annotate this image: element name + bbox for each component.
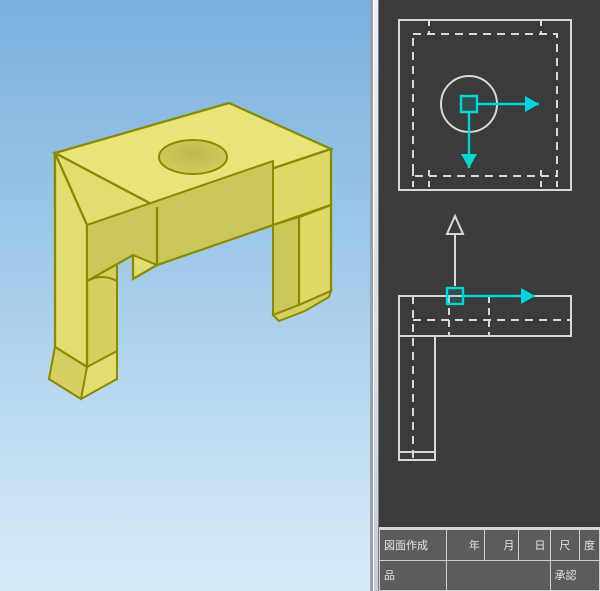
title-block-row-1: 図面作成 年 月 日 尺 度 (380, 530, 600, 561)
tb-year-label: 年 (446, 530, 484, 561)
projection-arrow-up (447, 216, 463, 286)
tb-day-label: 日 (519, 530, 550, 561)
viewport-3d[interactable] (0, 0, 373, 591)
model-bracket[interactable] (29, 95, 349, 425)
app-root: 図面作成 年 月 日 尺 度 品 承認 (0, 0, 600, 591)
title-block-row-2: 品 承認 (380, 560, 600, 591)
tb-drawing-created: 図面作成 (380, 530, 447, 561)
viewport-2d-drawing[interactable]: 図面作成 年 月 日 尺 度 品 承認 (379, 0, 600, 591)
tb-scale-label-2: 度 (580, 530, 600, 561)
tb-scale-label-1: 尺 (550, 530, 579, 561)
title-block: 図面作成 年 月 日 尺 度 品 承認 (379, 527, 600, 591)
tb-month-label: 月 (484, 530, 519, 561)
datum-marker-side (447, 288, 535, 304)
tb-product-label: 品 (380, 560, 447, 591)
drawing-views (379, 0, 600, 530)
side-view (399, 296, 571, 460)
tb-approval-label: 承認 (550, 560, 599, 591)
tb-product-value (446, 560, 550, 591)
